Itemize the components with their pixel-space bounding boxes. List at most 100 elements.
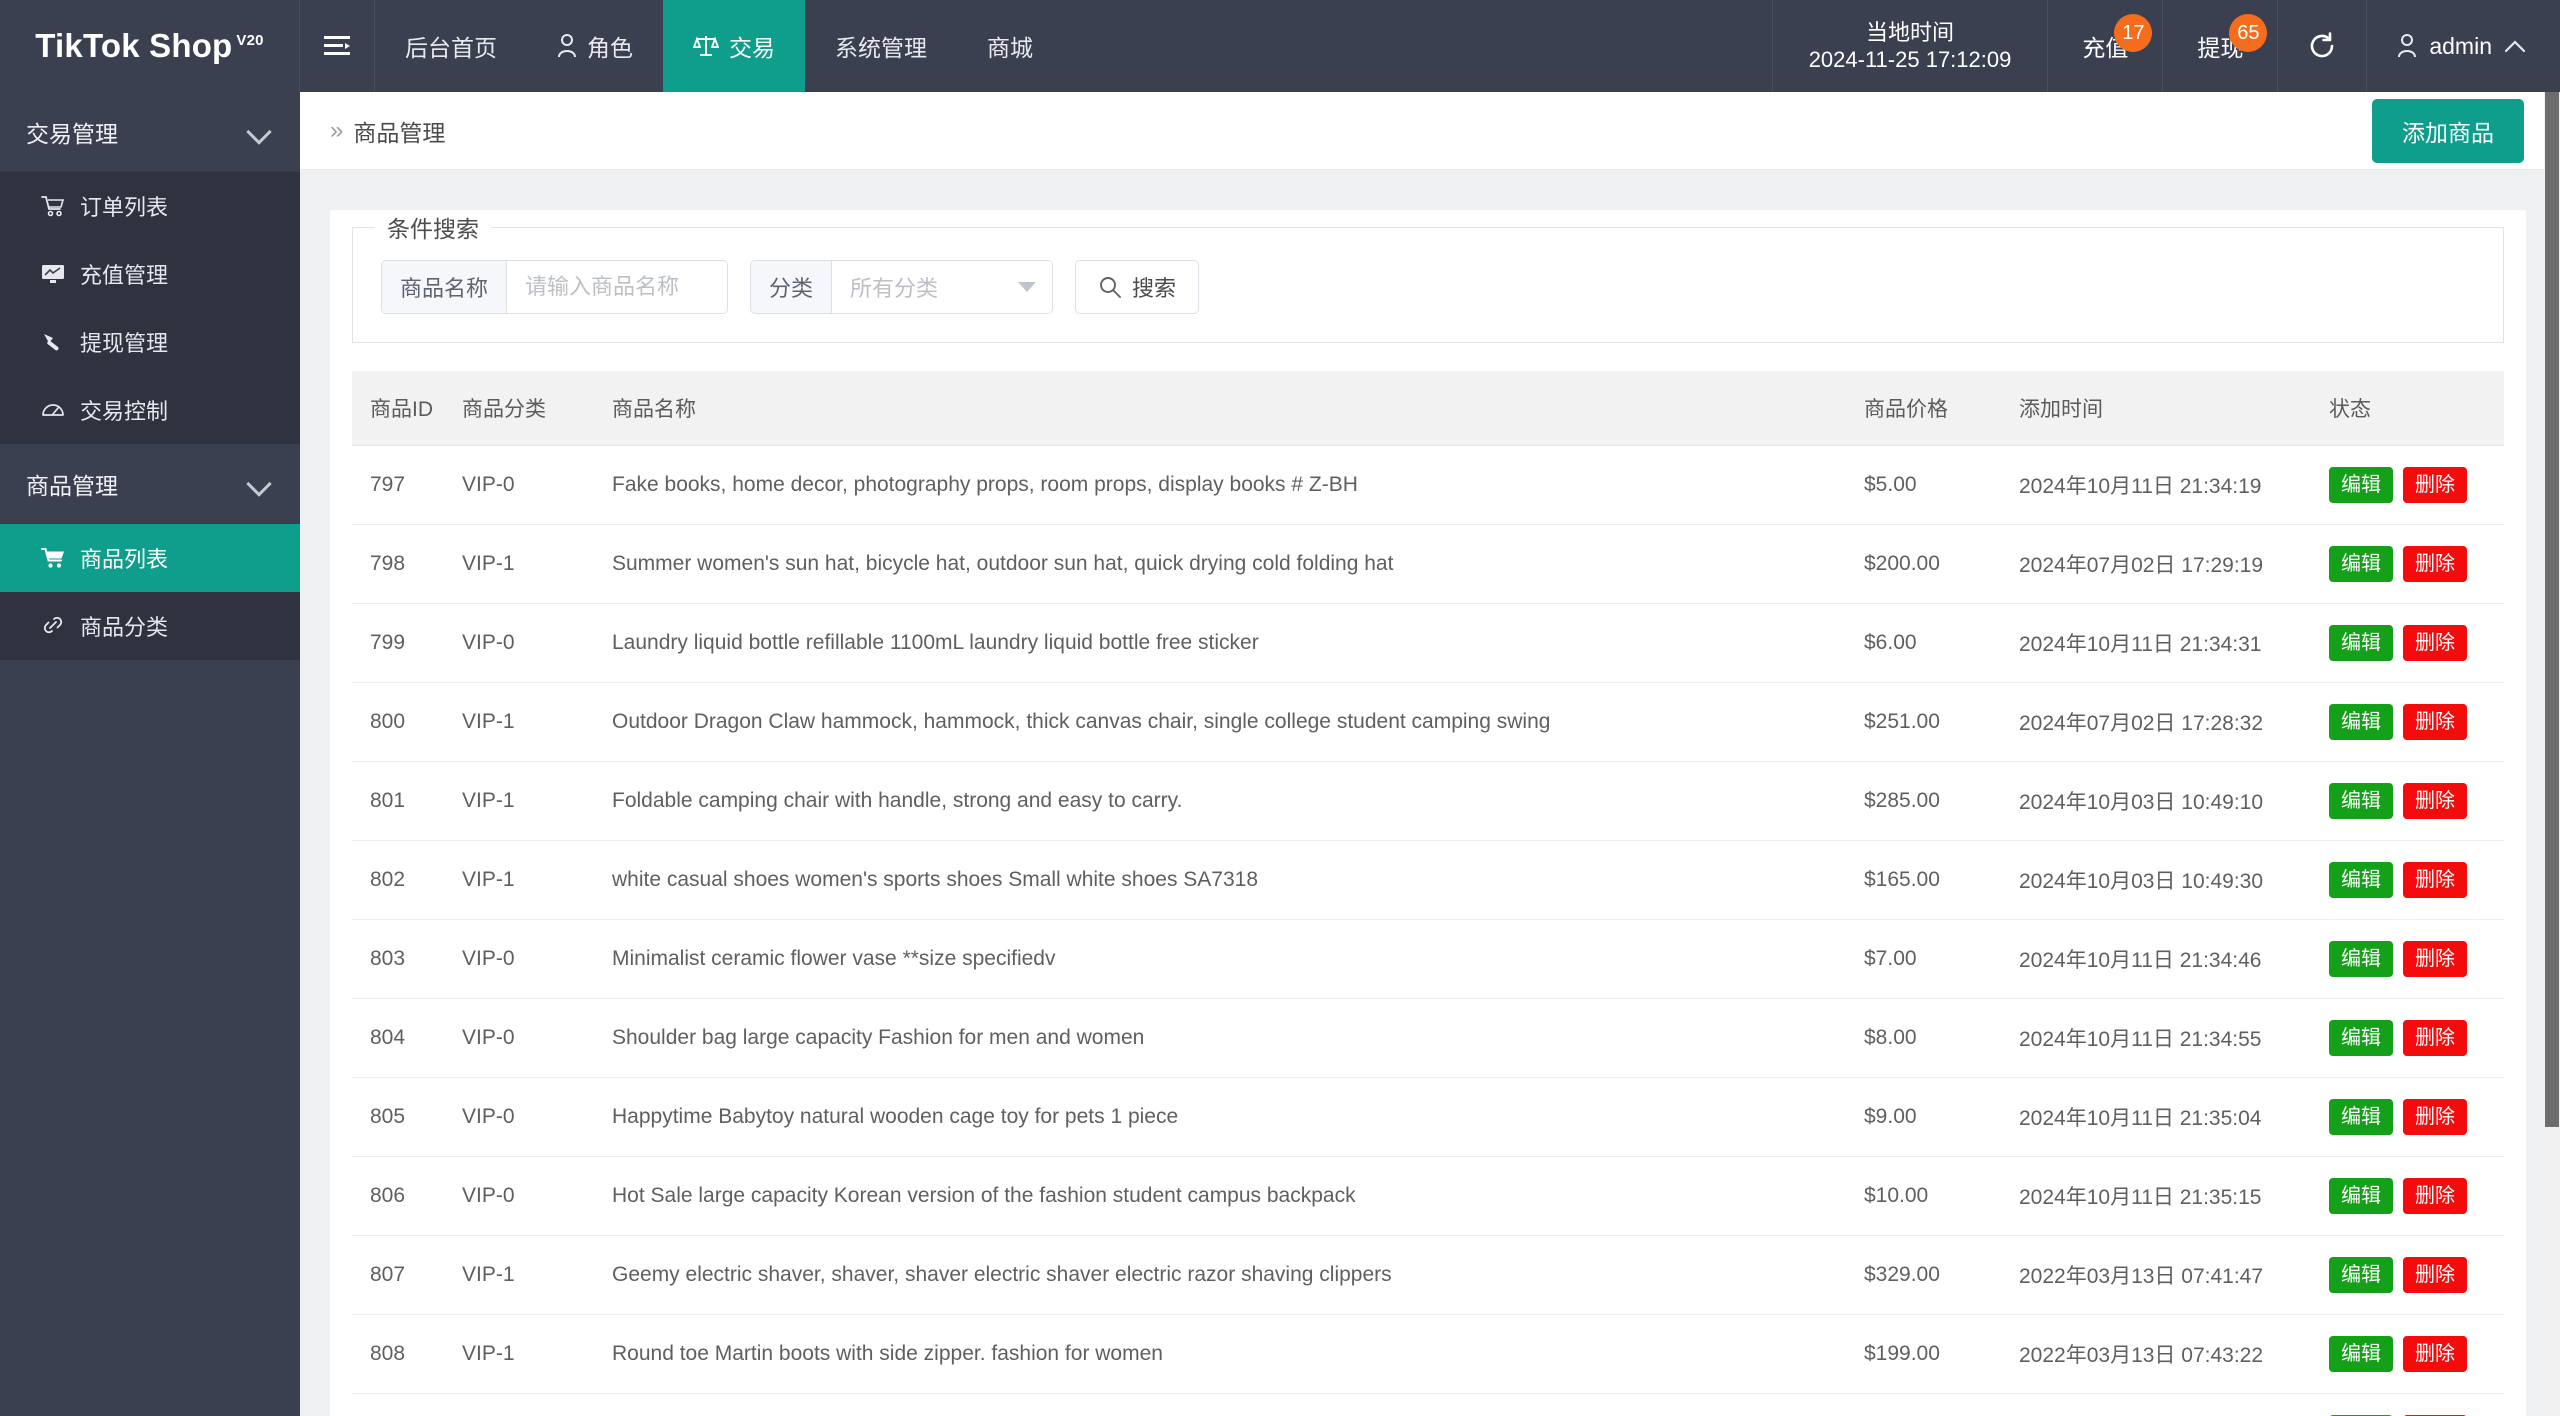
col-header-category: 商品分类 xyxy=(462,371,612,446)
nav-item-home[interactable]: 后台首页 xyxy=(375,0,527,92)
cell-product-id: 807 xyxy=(352,1235,462,1315)
scale-icon xyxy=(693,34,719,58)
delete-button[interactable]: 删除 xyxy=(2403,1178,2467,1214)
sidebar-item-transaction-control[interactable]: 交易控制 xyxy=(0,376,300,444)
cell-product-price: $10.00 xyxy=(1864,1156,2019,1236)
chevron-down-icon xyxy=(1018,282,1037,292)
col-header-id: 商品ID xyxy=(352,371,462,446)
cell-actions: 编辑删除 xyxy=(2329,998,2504,1078)
delete-button[interactable]: 删除 xyxy=(2403,941,2467,977)
main-content: » 商品管理 添加商品 条件搜索 商品名称 请输入商品名称 分类 所有分类 搜索… xyxy=(300,92,2560,1416)
nav-item-system[interactable]: 系统管理 xyxy=(805,0,957,92)
cell-product-price: $285.00 xyxy=(1864,761,2019,841)
sidebar-item-withdraw-mgmt[interactable]: 提现管理 xyxy=(0,308,300,376)
search-input[interactable] xyxy=(507,261,728,313)
edit-button[interactable]: 编辑 xyxy=(2329,467,2393,503)
col-header-price: 商品价格 xyxy=(1864,371,2019,446)
user-menu[interactable]: admin xyxy=(2367,0,2560,92)
cell-product-category: VIP-1 xyxy=(462,840,612,920)
search-icon xyxy=(1098,275,1122,299)
delete-button[interactable]: 删除 xyxy=(2403,862,2467,898)
sidebar-label-withdraw-mgmt: 提现管理 xyxy=(80,331,169,356)
cell-product-id: 799 xyxy=(352,603,462,683)
page-scrollbar[interactable] xyxy=(2544,92,2560,1416)
cell-actions: 编辑删除 xyxy=(2329,1235,2504,1315)
edit-button[interactable]: 编辑 xyxy=(2329,941,2393,977)
edit-button[interactable]: 编辑 xyxy=(2329,1257,2393,1293)
sidebar-label-product-list: 商品列表 xyxy=(80,547,169,572)
cell-product-price: $199.00 xyxy=(1864,1314,2019,1394)
sidebar-toggle-button[interactable] xyxy=(300,0,375,92)
sidebar-group-label-product: 商品管理 xyxy=(26,472,118,499)
table-body: 797 VIP-0 Fake books, home decor, photogra… xyxy=(352,445,2504,1416)
edit-button[interactable]: 编辑 xyxy=(2329,1178,2393,1214)
local-time-label: 当地时间 xyxy=(1866,19,1955,45)
cell-product-price: $9.00 xyxy=(1864,1077,2019,1157)
table-row: 798 VIP-1 Summer women's sun hat, bicycle … xyxy=(352,524,2504,604)
table-row: 801 VIP-1 Foldable camping chair with hand… xyxy=(352,761,2504,841)
sidebar-group-product[interactable]: 商品管理 xyxy=(0,444,300,524)
refresh-button[interactable] xyxy=(2278,0,2368,92)
cell-product-price: $251.00 xyxy=(1864,682,2019,762)
edit-button[interactable]: 编辑 xyxy=(2329,1099,2393,1135)
search-button-label: 搜索 xyxy=(1132,276,1177,301)
chevron-down-icon xyxy=(248,473,270,495)
cell-product-id: 800 xyxy=(352,682,462,762)
col-header-status: 状态 xyxy=(2329,371,2504,446)
edit-button[interactable]: 编辑 xyxy=(2329,704,2393,740)
table-row: 809VIP-0Canvas shoulder bag, goes with e… xyxy=(352,1393,2504,1416)
brand-title: TikTok Shop V20 xyxy=(35,27,263,65)
avatar-user-icon xyxy=(2397,34,2417,58)
search-row: 商品名称 分类 所有分类 xyxy=(353,244,2503,314)
sidebar: 交易管理 订单列表 充值管理 提现管理 交易控制 商品管理 商品列表 商品分类 xyxy=(0,92,300,1416)
cell-added-time: 2024年10月11日 21:34:55 xyxy=(2019,998,2329,1078)
category-field: 分类 所有分类 xyxy=(750,260,1054,314)
edit-button[interactable]: 编辑 xyxy=(2329,862,2393,898)
cell-actions: 编辑删除 xyxy=(2329,1156,2504,1236)
table-row: 806 VIP-0 Hot Sale large capacity Korean v… xyxy=(352,1156,2504,1236)
delete-button[interactable]: 删除 xyxy=(2403,625,2467,661)
sidebar-label-recharge-mgmt: 充值管理 xyxy=(80,263,169,288)
brand-name: TikTok Shop xyxy=(35,27,233,64)
sidebar-group-transaction[interactable]: 交易管理 xyxy=(0,92,300,172)
edit-button[interactable]: 编辑 xyxy=(2329,1020,2393,1056)
cell-product-id: 809 xyxy=(352,1393,462,1416)
table-row: 797 VIP-0 Fake books, home decor, photogra… xyxy=(352,445,2504,525)
table-row: 804 VIP-0 Shoulder bag large capacity Fash… xyxy=(352,998,2504,1078)
edit-button[interactable]: 编辑 xyxy=(2329,625,2393,661)
sidebar-label-transaction-control: 交易控制 xyxy=(80,399,169,424)
recharge-button[interactable]: 充值 17 xyxy=(2048,0,2164,92)
sidebar-group-label-transaction: 交易管理 xyxy=(26,120,118,147)
sidebar-item-order-list[interactable]: 订单列表 xyxy=(0,172,300,240)
sidebar-item-product-list[interactable]: 商品列表 xyxy=(0,524,300,592)
cell-product-name: Summer women's sun hat, bicycle hat, out… xyxy=(612,524,1864,604)
delete-button[interactable]: 删除 xyxy=(2403,1020,2467,1056)
delete-button[interactable]: 删除 xyxy=(2403,783,2467,819)
nav-item-role[interactable]: 角色 xyxy=(527,0,663,92)
cell-product-category: VIP-0 xyxy=(462,1156,612,1236)
delete-button[interactable]: 删除 xyxy=(2403,546,2467,582)
nav-item-mall[interactable]: 商城 xyxy=(957,0,1063,92)
edit-button[interactable]: 编辑 xyxy=(2329,546,2393,582)
nav-item-transaction[interactable]: 交易 xyxy=(663,0,805,92)
category-select[interactable]: 所有分类 xyxy=(832,261,1053,313)
category-label: 分类 xyxy=(751,261,833,313)
edit-button[interactable]: 编辑 xyxy=(2329,783,2393,819)
delete-button[interactable]: 删除 xyxy=(2403,467,2467,503)
brand-version: V20 xyxy=(236,32,264,49)
cell-added-time: 2024年07月02日 17:29:19 xyxy=(2019,524,2329,604)
page-scrollbar-thumb[interactable] xyxy=(2545,92,2559,1127)
cell-product-id: 797 xyxy=(352,445,462,525)
edit-button[interactable]: 编辑 xyxy=(2329,1336,2393,1372)
add-product-button[interactable]: 添加商品 xyxy=(2372,98,2524,163)
delete-button[interactable]: 删除 xyxy=(2403,704,2467,740)
sidebar-item-recharge-mgmt[interactable]: 充值管理 xyxy=(0,240,300,308)
search-button[interactable]: 搜索 xyxy=(1075,260,1200,314)
cell-actions: 编辑删除 xyxy=(2329,445,2504,525)
delete-button[interactable]: 删除 xyxy=(2403,1099,2467,1135)
cell-product-price: $165.00 xyxy=(1864,840,2019,920)
sidebar-item-product-category[interactable]: 商品分类 xyxy=(0,592,300,660)
delete-button[interactable]: 删除 xyxy=(2403,1257,2467,1293)
delete-button[interactable]: 删除 xyxy=(2403,1336,2467,1372)
withdraw-button[interactable]: 提现 65 xyxy=(2163,0,2279,92)
